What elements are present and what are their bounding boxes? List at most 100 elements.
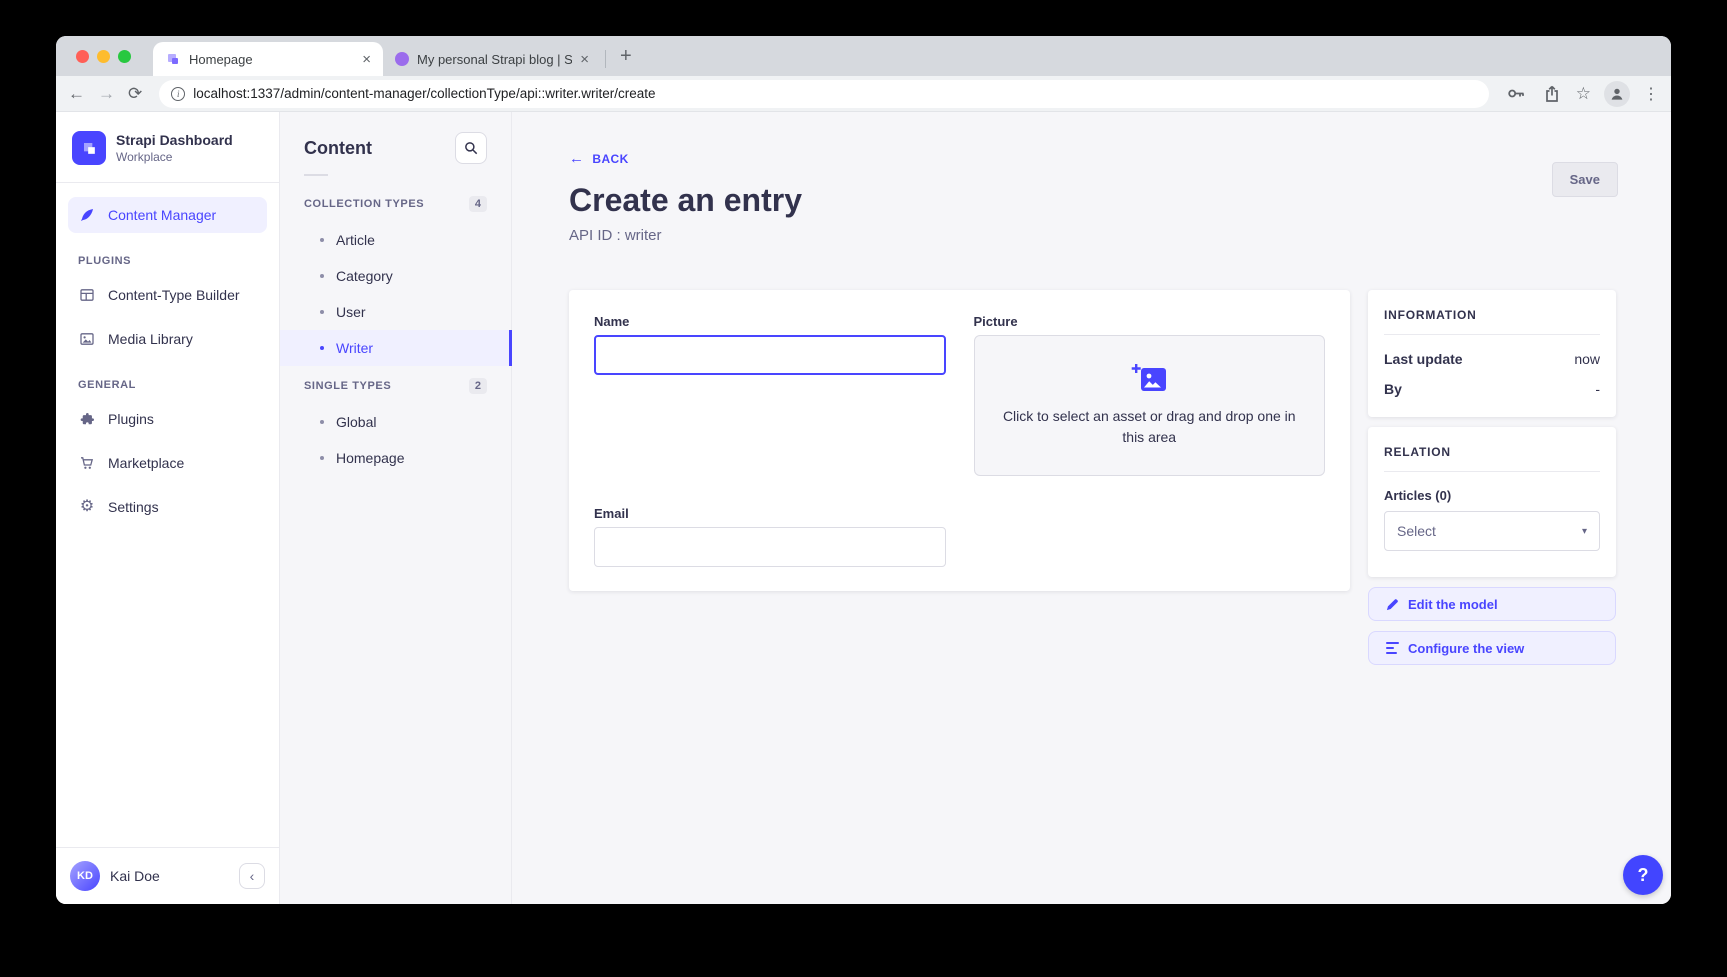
subnav-item-writer[interactable]: Writer: [280, 330, 511, 366]
divider: [1384, 471, 1600, 472]
cart-icon: [78, 455, 96, 471]
edit-model-label: Edit the model: [1408, 597, 1498, 612]
back-icon[interactable]: ←: [68, 85, 85, 102]
layout-icon: [78, 287, 96, 303]
share-icon[interactable]: [1541, 84, 1563, 103]
sidebar-item-label: Marketplace: [108, 455, 184, 471]
password-key-icon[interactable]: [1506, 84, 1528, 103]
configure-view-button[interactable]: Configure the view: [1368, 631, 1616, 665]
address-bar[interactable]: i localhost:1337/admin/content-manager/c…: [159, 80, 1489, 108]
main-sidebar: Strapi Dashboard Workplace Content Manag…: [56, 112, 280, 904]
browser-window: Homepage × My personal Strapi blog | Str…: [56, 36, 1671, 904]
select-placeholder: Select: [1397, 523, 1436, 539]
subnav-item-label: Article: [336, 232, 375, 248]
url-text: localhost:1337/admin/content-manager/col…: [193, 86, 655, 101]
subnav-item-article[interactable]: Article: [280, 222, 511, 258]
sidebar-item-label: Settings: [108, 499, 159, 515]
bookmark-star-icon[interactable]: ☆: [1576, 84, 1591, 104]
email-field-group: Email: [594, 506, 946, 567]
help-button[interactable]: ?: [1623, 855, 1663, 895]
upload-hint-text: Click to select an asset or drag and dro…: [1003, 406, 1297, 447]
sidebar-item-content-manager[interactable]: Content Manager: [68, 197, 267, 233]
minimize-window-button[interactable]: [97, 50, 110, 63]
browser-profile-avatar[interactable]: [1604, 81, 1630, 107]
bullet-icon: [320, 238, 324, 242]
name-label: Name: [594, 314, 946, 329]
pencil-icon: [1386, 598, 1399, 611]
bullet-icon: [320, 420, 324, 424]
sidebar-section-plugins: PLUGINS: [68, 241, 267, 277]
sidebar-item-label: Media Library: [108, 331, 193, 347]
browser-menu-icon[interactable]: ⋮: [1643, 84, 1659, 104]
close-window-button[interactable]: [76, 50, 89, 63]
subnav-item-label: Global: [336, 414, 376, 430]
relation-card: RELATION Articles (0) Select ▾: [1368, 427, 1616, 577]
bullet-icon: [320, 346, 324, 350]
reload-icon[interactable]: ⟳: [128, 85, 142, 102]
new-tab-button[interactable]: +: [610, 45, 642, 76]
configure-view-label: Configure the view: [1408, 641, 1524, 656]
tab-title: My personal Strapi blog | Strap: [417, 52, 572, 67]
forward-icon[interactable]: →: [98, 85, 115, 102]
subnav-item-user[interactable]: User: [280, 294, 511, 330]
strapi-favicon: [165, 51, 181, 67]
collapse-sidebar-button[interactable]: ‹: [239, 863, 265, 889]
sidebar-item-label: Content-Type Builder: [108, 287, 240, 303]
sidebar-item-content-type-builder[interactable]: Content-Type Builder: [68, 277, 267, 313]
add-image-icon: [1131, 364, 1167, 394]
user-avatar: KD: [70, 861, 100, 891]
articles-relation-label: Articles (0): [1384, 488, 1600, 503]
email-input[interactable]: [594, 527, 946, 567]
articles-select[interactable]: Select ▾: [1384, 511, 1600, 551]
subnav-title: Content: [304, 138, 372, 159]
last-update-label: Last update: [1384, 351, 1463, 367]
sidebar-item-media-library[interactable]: Media Library: [68, 321, 267, 357]
edit-model-button[interactable]: Edit the model: [1368, 587, 1616, 621]
name-field-group: Name: [594, 314, 946, 476]
relation-title: RELATION: [1384, 445, 1600, 459]
configure-lines-icon: [1386, 642, 1399, 655]
gear-icon: ⚙: [78, 499, 96, 515]
workspace-brand[interactable]: Strapi Dashboard Workplace: [56, 112, 279, 183]
subnav-item-category[interactable]: Category: [280, 258, 511, 294]
sidebar-item-marketplace[interactable]: Marketplace: [68, 445, 267, 481]
name-input[interactable]: [594, 335, 946, 375]
subnav-item-global[interactable]: Global: [280, 404, 511, 440]
tab-strapi-blog[interactable]: My personal Strapi blog | Strap ×: [383, 42, 601, 76]
by-label: By: [1384, 381, 1402, 397]
sidebar-item-settings[interactable]: ⚙ Settings: [68, 489, 267, 525]
strapi-logo: [72, 131, 106, 165]
zoom-window-button[interactable]: [118, 50, 131, 63]
collection-types-count-badge: 4: [469, 196, 487, 212]
chevron-down-icon: ▾: [1582, 526, 1587, 537]
media-image-icon: [78, 331, 96, 347]
close-tab-icon[interactable]: ×: [580, 51, 589, 68]
tab-strip: Homepage × My personal Strapi blog | Str…: [56, 36, 1671, 76]
last-update-row: Last update now: [1384, 351, 1600, 367]
page-title: Create an entry: [569, 182, 1618, 219]
picture-upload-dropzone[interactable]: Click to select an asset or drag and dro…: [974, 335, 1326, 476]
entry-form-card: Name Picture Click to select an asset or…: [569, 290, 1350, 591]
site-info-icon[interactable]: i: [171, 87, 185, 101]
back-label: BACK: [592, 152, 628, 166]
user-row[interactable]: KD Kai Doe ‹: [56, 847, 279, 904]
back-link[interactable]: ← BACK: [569, 150, 629, 167]
search-button[interactable]: [455, 132, 487, 164]
bullet-icon: [320, 456, 324, 460]
close-tab-icon[interactable]: ×: [362, 51, 371, 68]
sidebar-item-plugins[interactable]: Plugins: [68, 401, 267, 437]
information-title: INFORMATION: [1384, 308, 1600, 322]
subnav-item-label: Homepage: [336, 450, 405, 466]
subnav-item-homepage[interactable]: Homepage: [280, 440, 511, 476]
content-subnav: Content COLLECTION TYPES 4 Article Categ…: [280, 112, 512, 904]
save-button[interactable]: Save: [1552, 162, 1618, 197]
workspace-title: Strapi Dashboard: [116, 132, 233, 148]
single-types-count-badge: 2: [469, 378, 487, 394]
sidebar-nav: Content Manager PLUGINS Content-Type Bui…: [56, 183, 279, 533]
tab-homepage[interactable]: Homepage ×: [153, 42, 383, 76]
feather-pen-icon: [78, 207, 96, 223]
search-icon: [464, 141, 478, 155]
workspace-subtitle: Workplace: [116, 150, 233, 164]
information-card: INFORMATION Last update now By -: [1368, 290, 1616, 417]
sidebar-item-label: Content Manager: [108, 207, 216, 223]
